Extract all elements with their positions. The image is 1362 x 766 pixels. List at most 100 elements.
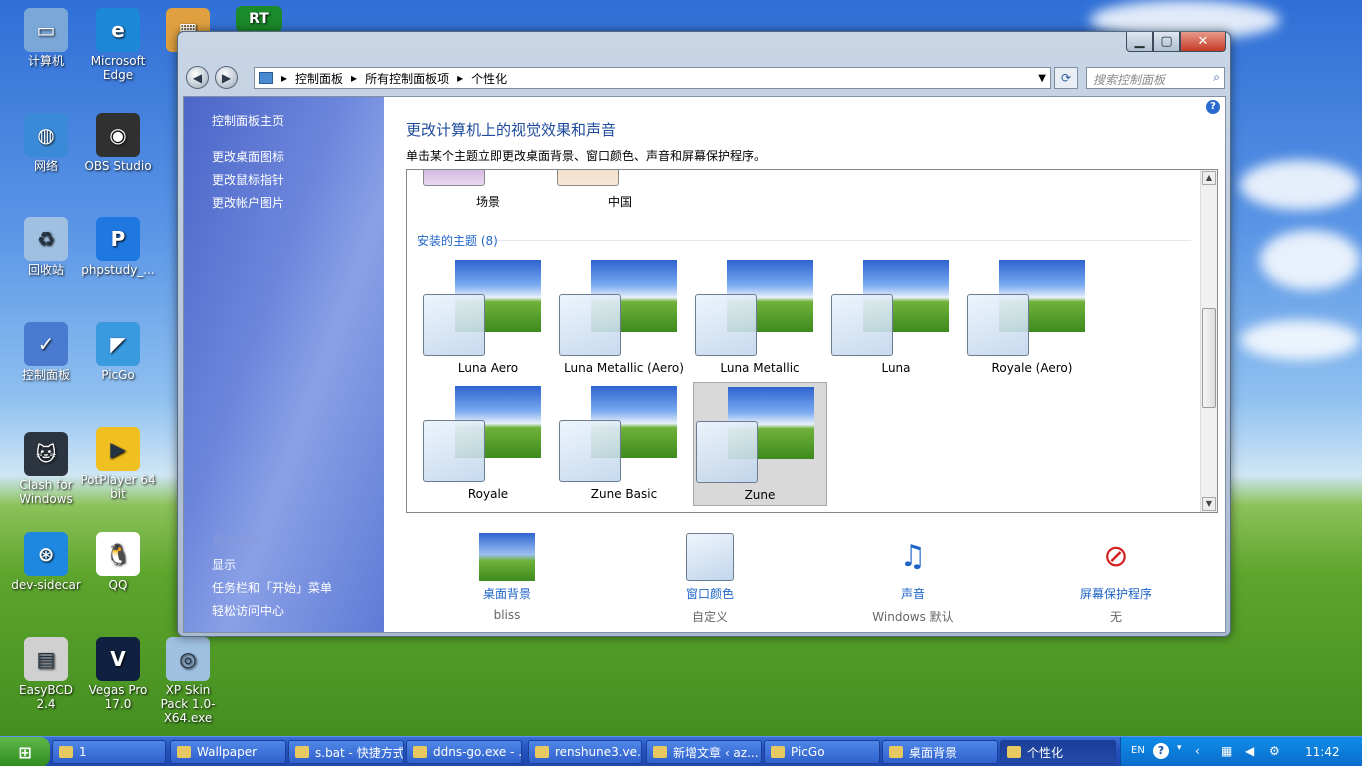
chevron-right-icon[interactable]: ▸ [351,71,357,85]
taskbar-button-label: s.bat - 快捷方式 [315,745,404,760]
taskbar-button[interactable]: 新增文章 ‹ az... [646,740,762,764]
setting-title[interactable]: 桌面背景 [437,585,577,602]
back-button[interactable]: ◀ [186,66,209,89]
window-color-setting[interactable]: 窗口颜色 自定义 [640,533,780,625]
desktop-icon[interactable]: 🐱 Clash for Windows [8,432,84,506]
desktop-icon[interactable]: ✓ 控制面板 [8,322,84,382]
theme-tile[interactable]: Royale (Aero) [965,256,1099,380]
desktop-icon[interactable]: ◍ 网络 [8,113,84,173]
control-panel-home-link[interactable]: 控制面板主页 [212,112,284,129]
display-link[interactable]: 显示 [212,556,236,573]
taskbar-button[interactable]: renshune3.ve... [528,740,642,764]
installed-themes-heading: 安装的主题 (8) [417,234,498,248]
help-icon[interactable]: ? [1206,100,1220,114]
theme-name: Zune [744,488,776,502]
setting-title[interactable]: 声音 [843,585,983,602]
refresh-button[interactable]: ⟳ [1054,67,1078,89]
network-icon[interactable]: ▦ [1221,744,1232,758]
theme-tile[interactable]: Zune [693,382,827,506]
scroll-up-arrow[interactable]: ▲ [1202,171,1216,185]
desktop-icon[interactable]: e Microsoft Edge [80,8,156,82]
change-account-picture-link[interactable]: 更改帐户图片 [212,194,284,211]
settings-icon[interactable]: ⚙ [1269,744,1280,758]
desktop-icon[interactable]: ◤ PicGo [80,322,156,382]
taskbar-button[interactable]: 个性化 [1000,740,1116,764]
breadcrumb-control-panel[interactable]: 控制面板 [295,70,343,87]
desktop-icon[interactable]: ▤ EasyBCD 2.4 [8,637,84,711]
theme-tile[interactable]: Zune Basic [557,382,691,506]
desktop-icon-label: 回收站 [27,263,64,277]
setting-value: Windows 默认 [872,610,954,624]
chevron-down-icon[interactable]: ▾ [1177,743,1182,753]
desktop-app-icon: 🐧 [96,532,140,576]
window-client: 控制面板主页 更改桌面图标 更改鼠标指针 更改帐户图片 另请参阅 显示 任务栏和… [183,96,1226,633]
search-input[interactable]: 搜索控制面板 ⌕ [1086,67,1225,89]
theme-glass-preview [559,420,621,482]
chevron-right-icon[interactable]: ▸ [457,71,463,85]
chevron-right-icon[interactable]: ▸ [281,71,287,85]
theme-tile[interactable]: Luna Aero [421,256,555,380]
breadcrumb-personalization[interactable]: 个性化 [471,70,507,87]
scroll-down-arrow[interactable]: ▼ [1202,497,1216,511]
theme-tile[interactable]: Luna Metallic [693,256,827,380]
desktop-icon-partial[interactable]: RT [236,6,282,34]
setting-title[interactable]: 窗口颜色 [640,585,780,602]
minimize-button[interactable]: ▁ [1126,32,1153,52]
search-icon[interactable]: ⌕ [1213,70,1220,85]
theme-glass-preview [831,294,893,356]
setting-title[interactable]: 屏幕保护程序 [1046,585,1186,602]
change-desktop-icons-link[interactable]: 更改桌面图标 [212,148,284,165]
taskbar: ⊞ 1 Wallpaper s.bat - 快捷方式 ddns-go.exe - ..… [0,736,1362,766]
taskbar-button[interactable]: PicGo [764,740,880,764]
desktop-app-icon: ◉ [96,113,140,157]
theme-tile[interactable]: Royale [421,382,555,506]
ease-of-access-link[interactable]: 轻松访问中心 [212,602,284,619]
desktop-icon[interactable]: ◉ OBS Studio [80,113,156,173]
theme-tile-scene[interactable]: 场景 [421,170,555,212]
desktop-icon[interactable]: ▭ 计算机 [8,8,84,68]
app-icon: RT [236,6,282,32]
taskbar-app-icon [535,746,549,758]
sounds-setting[interactable]: ♫ 声音 Windows 默认 [843,533,983,625]
theme-glass-preview [695,294,757,356]
close-button[interactable]: ✕ [1180,32,1226,52]
theme-tile-china[interactable]: 中国 [553,170,687,212]
desktop-icon[interactable]: ♻ 回收站 [8,217,84,277]
theme-preview [423,256,553,356]
screen-saver-setting[interactable]: ⊘ 屏幕保护程序 无 [1046,533,1186,625]
clock[interactable]: 11:42 [1305,745,1340,759]
taskbar-start-menu-link[interactable]: 任务栏和「开始」菜单 [212,579,332,596]
start-button[interactable]: ⊞ [0,737,50,766]
desktop-background-setting[interactable]: 桌面背景 bliss [437,533,577,622]
help-tray-icon[interactable]: ? [1153,743,1169,759]
language-indicator[interactable]: EN [1131,745,1145,756]
theme-tile[interactable]: Luna [829,256,963,380]
scrollbar-thumb[interactable] [1202,308,1216,408]
theme-tile[interactable]: Luna Metallic (Aero) [557,256,691,380]
taskbar-button[interactable]: 1 [52,740,166,764]
chevron-down-icon[interactable]: ▼ [1038,73,1046,84]
theme-name: Luna Metallic [720,361,800,375]
desktop-icon[interactable]: ▶ PotPlayer 64 bit [80,427,156,501]
desktop-icon[interactable]: ◎ XP Skin Pack 1.0-X64.exe [150,637,226,725]
address-bar[interactable]: ▸ 控制面板 ▸ 所有控制面板项 ▸ 个性化 ▼ [254,67,1051,89]
desktop-icon[interactable]: Pphpstudy_... [80,217,156,277]
desktop-icon[interactable]: V Vegas Pro 17.0 [80,637,156,711]
breadcrumb-all-items[interactable]: 所有控制面板项 [365,70,449,87]
taskbar-button[interactable]: 桌面背景 [882,740,998,764]
taskbar-button[interactable]: ddns-go.exe - ... [406,740,522,764]
desktop-icon[interactable]: 🐧 QQ [80,532,156,592]
screen-saver-icon: ⊘ [1103,539,1129,574]
taskbar-button[interactable]: Wallpaper [170,740,286,764]
taskbar-app-icon [653,746,667,758]
personalization-window: ▁ ▢ ✕ ◀ ▶ ▸ 控制面板 ▸ 所有控制面板项 ▸ 个性化 ▼ ⟳ 搜索控… [177,31,1231,637]
maximize-button[interactable]: ▢ [1153,32,1180,52]
forward-button[interactable]: ▶ [215,66,238,89]
theme-list-scrollbar[interactable]: ▲ ▼ [1200,170,1217,512]
arrow-left-icon[interactable]: ‹ [1195,744,1200,758]
volume-icon[interactable]: ◀ [1245,744,1254,758]
desktop-icon[interactable]: ⊛ dev-sidecar [8,532,84,592]
taskbar-button[interactable]: s.bat - 快捷方式 [288,740,404,764]
desktop-icon-label: Clash for Windows [19,478,73,506]
change-mouse-pointers-link[interactable]: 更改鼠标指针 [212,171,284,188]
